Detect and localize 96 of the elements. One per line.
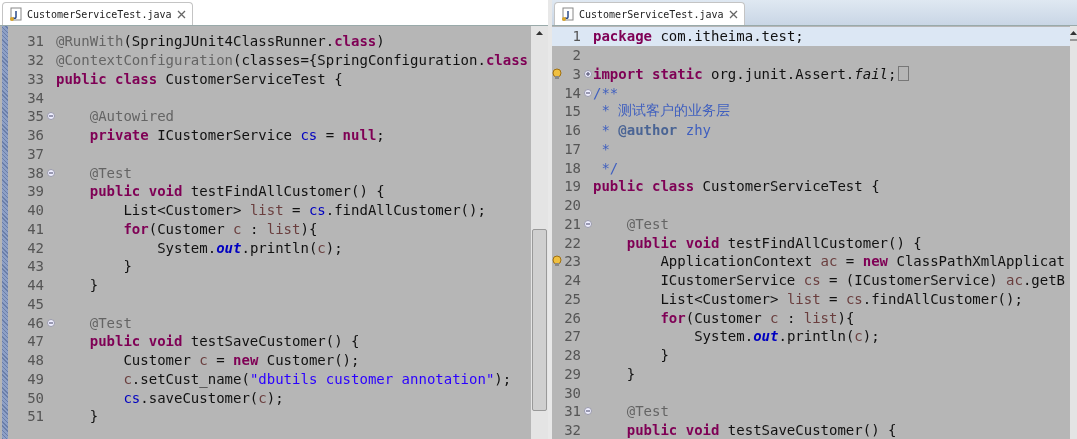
- collapse-icon[interactable]: [583, 88, 592, 97]
- expand-icon[interactable]: [583, 69, 592, 78]
- code-line: public class CustomerServiceTest {: [593, 178, 880, 195]
- code-line: public void testFindAllCustomer() {: [625, 234, 922, 251]
- line-number: 31: [563, 403, 582, 420]
- java-file-icon: [9, 7, 22, 21]
- code-line: }: [88, 408, 99, 425]
- line-number: 32: [563, 422, 582, 439]
- code-line: import static org.junit.Assert.fail;: [593, 65, 897, 82]
- line-number: 25: [563, 290, 582, 307]
- code-line: }: [88, 277, 99, 294]
- line-number: 3: [571, 65, 582, 82]
- code-line: * 测试客户的业务层: [600, 102, 731, 121]
- collapse-icon[interactable]: [583, 407, 592, 416]
- line-number: 22: [563, 234, 582, 251]
- code-line: }: [625, 365, 636, 382]
- line-number: 15: [563, 103, 582, 120]
- code-line: @Test: [88, 314, 132, 331]
- line-number: 30: [563, 384, 582, 401]
- line-number: 40: [26, 202, 45, 219]
- line-number: 49: [26, 370, 45, 387]
- line-number: 41: [26, 220, 45, 237]
- line-number: 47: [26, 333, 45, 350]
- editor-tab[interactable]: CustomerServiceTest.java: [554, 2, 745, 25]
- line-number: 17: [563, 140, 582, 157]
- line-number: 19: [563, 178, 582, 195]
- code-line: ApplicationContext ac = new ClassPathXmlApplicat: [659, 253, 1066, 270]
- line-number: 20: [563, 197, 582, 214]
- code-line: for(Customer c : list){: [122, 220, 318, 237]
- code-line: public void testSaveCustomer() {: [88, 333, 360, 350]
- collapse-icon[interactable]: [46, 112, 55, 121]
- line-number: 42: [26, 239, 45, 256]
- folded-code-marker[interactable]: [898, 66, 910, 82]
- code-line: @Test: [88, 164, 132, 181]
- line-number: 35: [26, 108, 45, 125]
- code-line: }: [659, 347, 669, 364]
- warning-bulb-icon[interactable]: [552, 67, 562, 80]
- code-line: public class CustomerServiceTest {: [56, 70, 343, 87]
- line-number: 16: [563, 122, 582, 139]
- line-number: 2: [571, 47, 582, 64]
- line-number: 14: [563, 84, 582, 101]
- line-number: 21: [563, 215, 582, 232]
- code-line: public void testFindAllCustomer() {: [88, 183, 385, 200]
- line-number: 26: [563, 309, 582, 326]
- line-number: 38: [26, 164, 45, 181]
- code-line: package com.itheima.test;: [593, 28, 804, 45]
- line-number: 39: [26, 183, 45, 200]
- line-number: 28: [563, 347, 582, 364]
- code-line: cs.saveCustomer(c);: [122, 389, 284, 406]
- code-line: @RunWith(SpringJUnit4ClassRunner.class): [56, 33, 385, 50]
- line-number: 37: [26, 145, 45, 162]
- line-number: 44: [26, 277, 45, 294]
- code-line: @ContextConfiguration(classes={SpringConfiguration.class: [56, 52, 529, 69]
- collapse-icon[interactable]: [583, 219, 592, 228]
- code-line: System.out.println(c);: [156, 239, 343, 256]
- editor-tab[interactable]: CustomerServiceTest.java: [2, 2, 193, 25]
- code-line: * @author zhy: [600, 122, 712, 139]
- line-number: 34: [26, 89, 45, 106]
- code-line: private ICustomerService cs = null;: [88, 127, 385, 144]
- close-icon[interactable]: [728, 9, 738, 19]
- line-number: 1: [571, 28, 582, 45]
- code-line: @Test: [625, 403, 669, 420]
- code-line: List<Customer> list = cs.findAllCustomer();: [659, 290, 1023, 307]
- java-file-icon: [561, 7, 574, 21]
- code-line: /**: [593, 84, 619, 101]
- line-number: 18: [563, 159, 582, 176]
- code-line: for(Customer c : list){: [659, 309, 855, 326]
- line-number: 46: [26, 314, 45, 331]
- line-number: 29: [563, 365, 582, 382]
- collapse-icon[interactable]: [46, 318, 55, 327]
- code-line: public void testSaveCustomer() {: [625, 422, 897, 439]
- code-line: List<Customer> list = cs.findAllCustomer();: [122, 202, 486, 219]
- code-line: System.out.println(c);: [693, 328, 880, 345]
- code-line: *: [600, 140, 610, 157]
- code-line: @Autowired: [88, 108, 174, 125]
- line-number: 23: [563, 253, 582, 270]
- line-number: 33: [26, 70, 45, 87]
- line-number: 31: [26, 33, 45, 50]
- line-number: 50: [26, 389, 45, 406]
- close-icon[interactable]: [176, 9, 186, 19]
- warning-bulb-icon[interactable]: [552, 255, 562, 268]
- line-number: 27: [563, 328, 582, 345]
- line-number: 36: [26, 127, 45, 144]
- code-line: @Test: [625, 215, 669, 232]
- code-line: Customer c = new Customer();: [122, 352, 360, 369]
- line-number: 24: [563, 272, 582, 289]
- line-number: 48: [26, 352, 45, 369]
- line-number: 51: [26, 408, 45, 425]
- line-number: 45: [26, 295, 45, 312]
- line-number: 32: [26, 52, 45, 69]
- code-line: */: [600, 159, 619, 176]
- code-line: }: [122, 258, 132, 275]
- code-line: ICustomerService cs = (ICustomerService) ac.getB: [659, 272, 1066, 289]
- collapse-icon[interactable]: [46, 168, 55, 177]
- code-line: c.setCust_name("dbutils customer annotation");: [122, 370, 512, 387]
- line-number: 43: [26, 258, 45, 275]
